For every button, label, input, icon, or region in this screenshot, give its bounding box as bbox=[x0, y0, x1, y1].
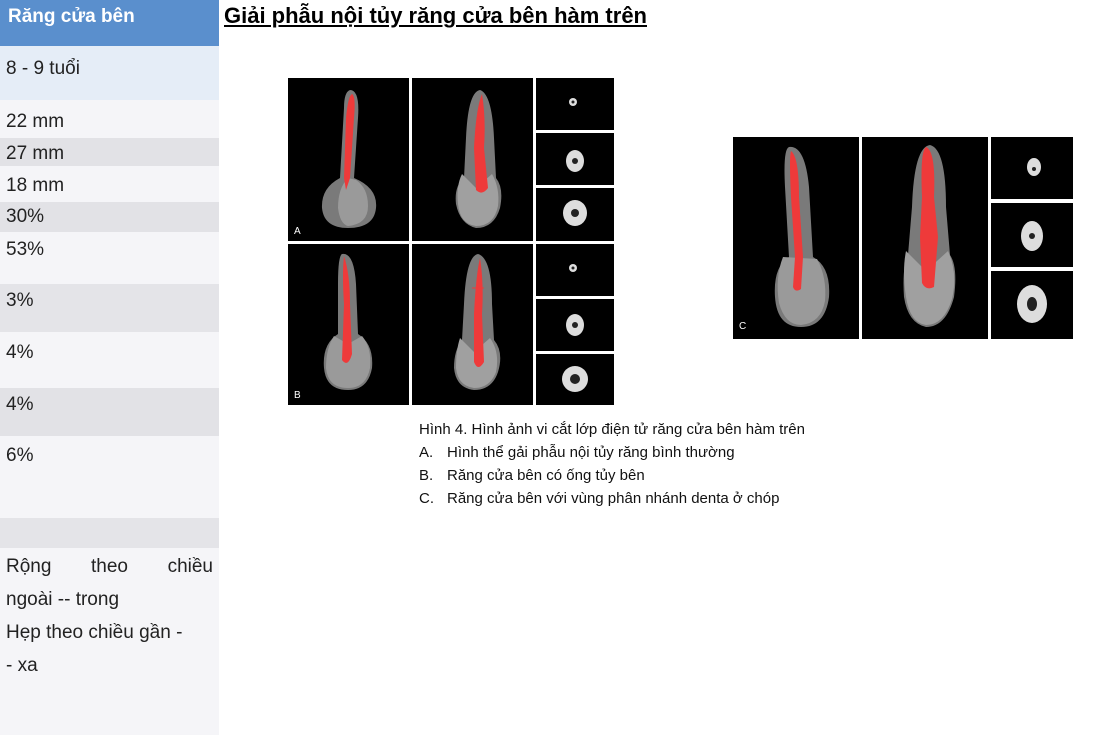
table-row: 18 mm bbox=[6, 175, 65, 196]
caption-item: C. Răng cửa bên với vùng phân nhánh dent… bbox=[419, 487, 805, 510]
shape-description: Rộng theo chiều ngoài -- trong Hẹp theo … bbox=[6, 550, 213, 682]
tooth-drawing bbox=[323, 253, 373, 390]
cross-section-c2 bbox=[991, 203, 1073, 267]
caption-key: B. bbox=[419, 467, 434, 484]
caption-text: Hình thể gải phẫu nội tủy răng bình thườ… bbox=[447, 444, 735, 461]
table-row: 4% bbox=[6, 342, 34, 363]
caption-item: B. Răng cửa bên có ống tủy bên bbox=[419, 464, 805, 487]
tooth-image-a-mesial: A bbox=[288, 78, 409, 241]
age-cell: 8 - 9 tuổi bbox=[6, 58, 80, 79]
caption-text: Răng cửa bên với vùng phân nhánh denta ở… bbox=[447, 490, 780, 507]
cross-section-drawing bbox=[1021, 221, 1043, 251]
cross-section-drawing bbox=[563, 200, 587, 226]
tooth-image-b-labial bbox=[412, 244, 533, 405]
cross-section-drawing bbox=[1017, 285, 1047, 323]
cross-section-a2 bbox=[536, 133, 614, 185]
tooth-drawing bbox=[321, 90, 377, 228]
table-row: 6% bbox=[6, 445, 34, 466]
shape-line: Hẹp theo chiều gần - bbox=[6, 622, 183, 643]
cross-section-drawing bbox=[566, 150, 584, 172]
table-row: 4% bbox=[6, 394, 34, 415]
caption-item: A. Hình thể gải phẫu nội tủy răng bình t… bbox=[419, 441, 805, 464]
tooth-image-c-labial bbox=[862, 137, 988, 339]
page-title: Giải phẫu nội tủy răng cửa bên hàm trên bbox=[224, 3, 647, 28]
table-header: Răng cửa bên bbox=[0, 0, 219, 46]
panel-label: C bbox=[739, 321, 747, 332]
caption-key: A. bbox=[419, 444, 434, 461]
caption-text: Răng cửa bên có ống tủy bên bbox=[447, 467, 645, 484]
caption-key: C. bbox=[419, 490, 434, 507]
caption-title: Hình 4. Hình ảnh vi cắt lớp điện tử răng… bbox=[419, 421, 805, 438]
table-row: 22 mm bbox=[6, 111, 65, 132]
tooth-drawing bbox=[455, 90, 502, 228]
tooth-drawing bbox=[774, 146, 830, 327]
cross-section-drawing bbox=[569, 264, 577, 272]
tooth-drawing bbox=[454, 254, 501, 390]
table-row: 27 mm bbox=[6, 143, 65, 164]
cross-section-drawing bbox=[569, 98, 577, 106]
cross-section-b3 bbox=[536, 354, 614, 405]
anatomy-table: Răng cửa bên 8 - 9 tuổi 22 mm 27 mm 18 m… bbox=[0, 0, 219, 735]
cross-section-c1 bbox=[991, 137, 1073, 199]
panel-label: B bbox=[294, 390, 301, 401]
shape-line: - xa bbox=[6, 655, 38, 676]
cross-section-c3 bbox=[991, 271, 1073, 339]
shape-line: Rộng theo chiều bbox=[6, 556, 213, 577]
cross-section-b1 bbox=[536, 244, 614, 296]
tooth-drawing bbox=[903, 145, 956, 327]
shape-line: ngoài -- trong bbox=[6, 589, 120, 610]
tooth-image-b-mesial: B bbox=[288, 244, 409, 405]
table-row: 3% bbox=[6, 290, 34, 311]
table-row: 53% bbox=[6, 239, 45, 260]
panel-label: A bbox=[294, 226, 301, 237]
cross-section-a3 bbox=[536, 188, 614, 241]
cross-section-drawing bbox=[562, 366, 588, 392]
cross-section-b2 bbox=[536, 299, 614, 351]
table-row: 30% bbox=[6, 206, 45, 227]
cross-section-a1 bbox=[536, 78, 614, 130]
tooth-image-a-labial bbox=[412, 78, 533, 241]
cross-section-drawing bbox=[1027, 158, 1041, 176]
cross-section-drawing bbox=[566, 314, 584, 336]
tooth-image-c-mesial: C bbox=[733, 137, 859, 339]
figure-caption: Hình 4. Hình ảnh vi cắt lớp điện tử răng… bbox=[419, 418, 805, 510]
